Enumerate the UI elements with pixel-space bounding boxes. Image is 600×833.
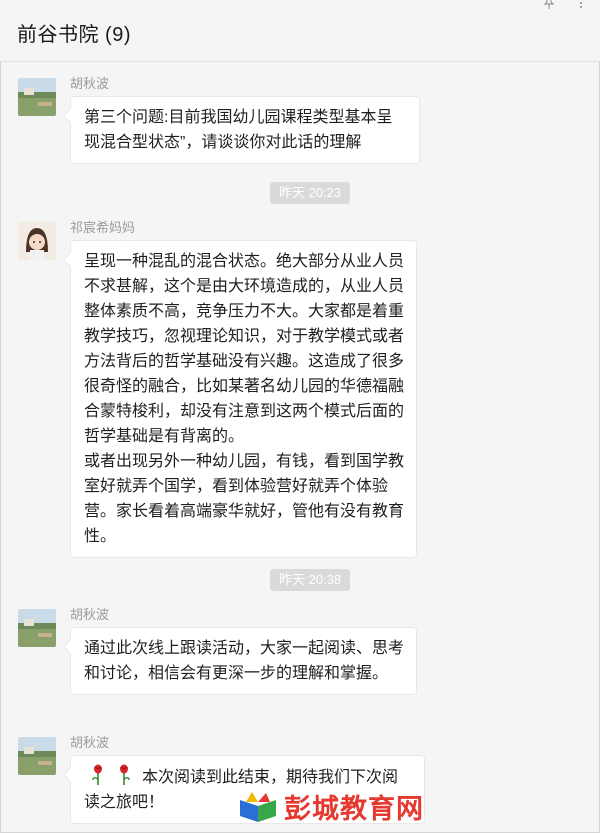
book-logo-icon xyxy=(240,791,276,822)
chat-title: 前谷书院 (9) xyxy=(17,24,131,46)
message-paragraph: 或者出现另外一种幼儿园，有钱，看到国学教室好就弄个国学，看到体验营好就弄个体验营… xyxy=(84,453,405,545)
message-bubble[interactable]: 呈现一种混乱的混合状态。绝大部分从业人员不求甚解，这个是由大环境造成的，从业人员… xyxy=(70,240,417,558)
pin-icon[interactable] xyxy=(540,0,558,10)
timestamp-badge: 昨天 20:38 xyxy=(270,569,351,591)
message-bubble[interactable]: 第三个问题:目前我国幼儿园课程类型基本呈现混合型状态”，请谈谈你对此话的理解 xyxy=(70,96,420,164)
message-paragraph: 呈现一种混乱的混合状态。绝大部分从业人员不求甚解，这个是由大环境造成的，从业人员… xyxy=(84,253,405,445)
sender-name: 胡秋波 xyxy=(70,76,110,91)
sender-name: 胡秋波 xyxy=(70,735,110,750)
chat-header: 前谷书院 (9) xyxy=(0,0,600,62)
rose-icon xyxy=(116,764,132,786)
window-controls xyxy=(540,0,590,10)
avatar[interactable] xyxy=(18,222,56,260)
message-bubble[interactable]: 通过此次线上跟读活动，大家一起阅读、思考和讨论，相信会有更深一步的理解和掌握。 xyxy=(70,627,417,695)
avatar[interactable] xyxy=(18,737,56,775)
watermark-logo: 彭城教育网 xyxy=(238,787,424,826)
sender-name: 胡秋波 xyxy=(70,607,110,622)
sender-name: 祁宸希妈妈 xyxy=(70,220,136,235)
timestamp-badge: 昨天 20:23 xyxy=(270,182,351,204)
rose-icon xyxy=(90,764,106,786)
message-text: 第三个问题:目前我国幼儿园课程类型基本呈现混合型状态”，请谈谈你对此话的理解 xyxy=(84,109,393,151)
avatar[interactable] xyxy=(18,78,56,116)
more-icon[interactable] xyxy=(572,0,590,10)
avatar[interactable] xyxy=(18,609,56,647)
message-text: 通过此次线上跟读活动，大家一起阅读、思考和讨论，相信会有更深一步的理解和掌握。 xyxy=(84,640,405,682)
watermark-text: 彭城教育网 xyxy=(284,794,424,825)
